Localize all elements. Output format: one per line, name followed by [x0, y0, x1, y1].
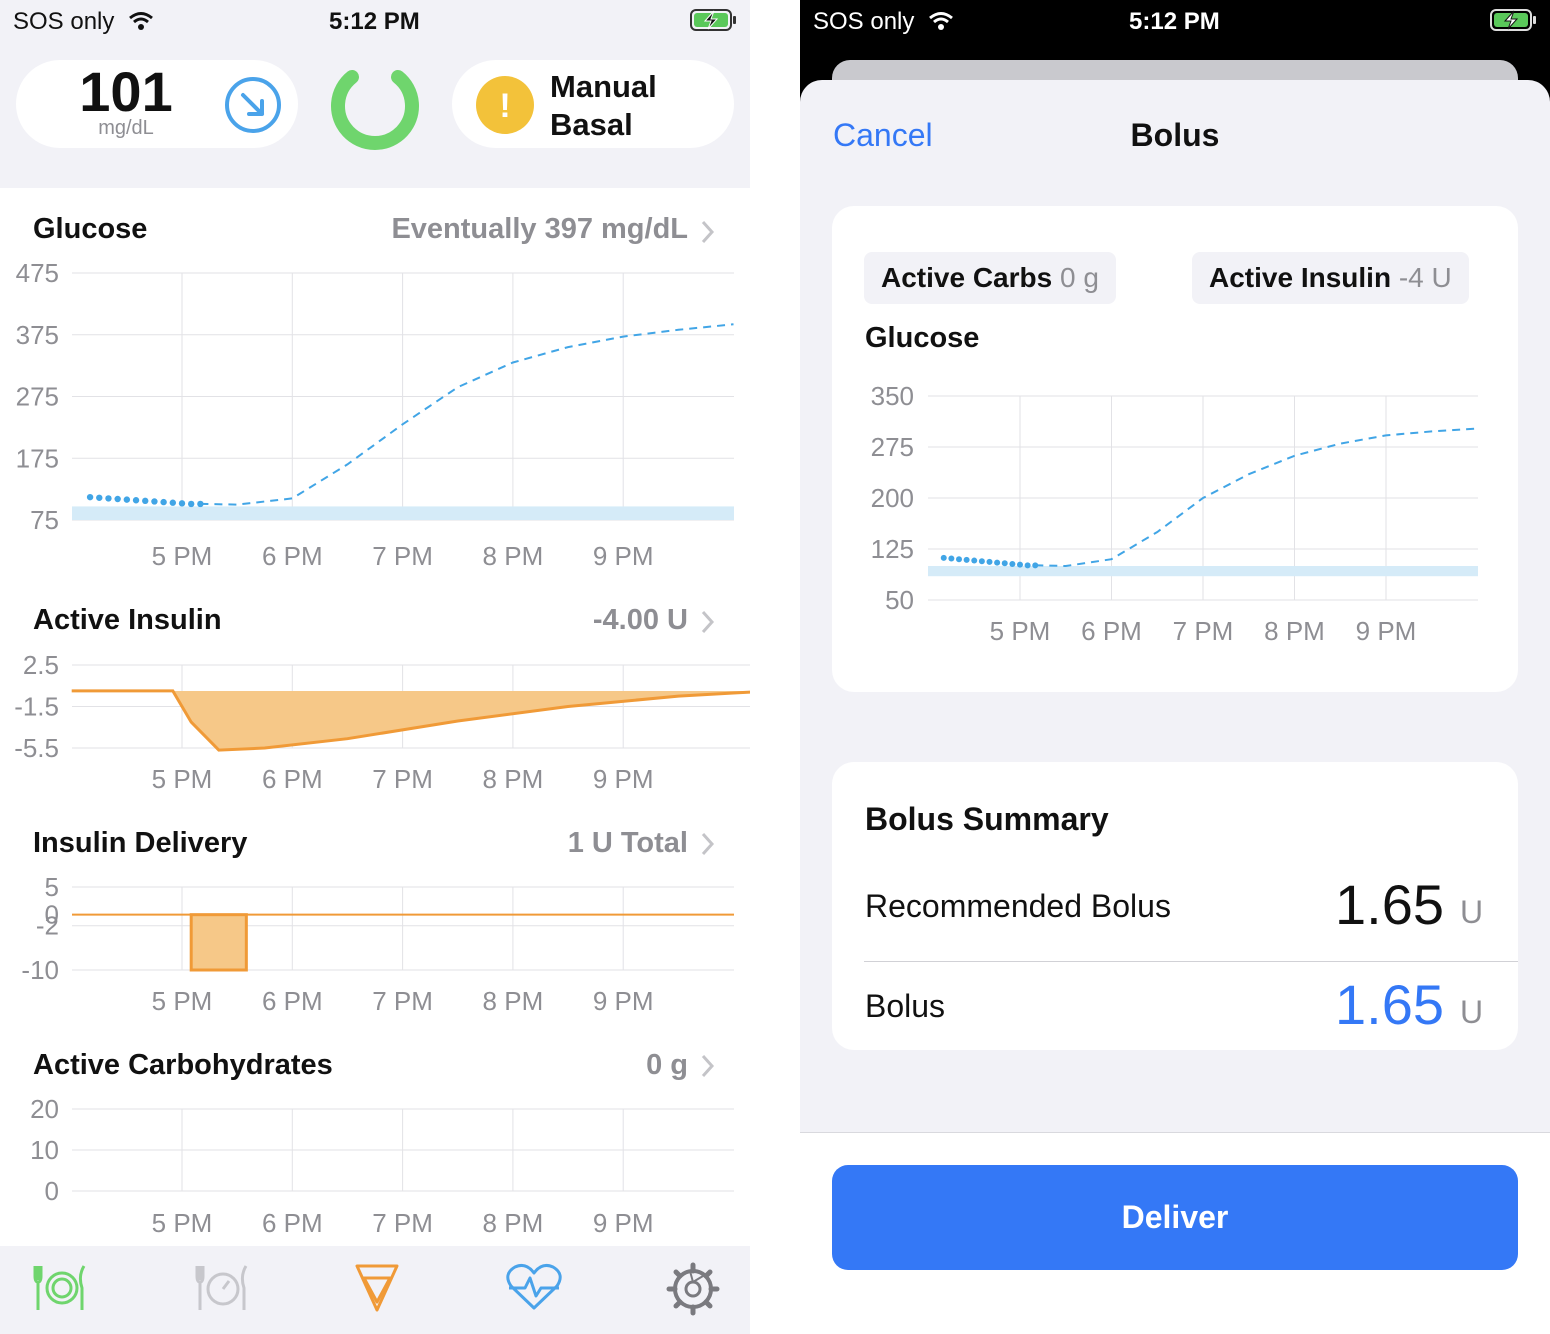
- x-tick-label: 7 PM: [372, 1208, 433, 1238]
- y-tick-label: 50: [885, 585, 914, 615]
- summary-title: Bolus Summary: [865, 801, 1109, 837]
- y-tick-label: 125: [871, 534, 914, 564]
- y-tick-label: 475: [16, 258, 59, 288]
- status-screen: SOS only 5:12 PM 101 mg/dL ! Manual Basa…: [0, 0, 750, 1334]
- x-tick-label: 9 PM: [593, 541, 654, 571]
- glucose-reading-dot: [178, 500, 186, 507]
- glucose-reading-dot: [105, 495, 112, 502]
- x-tick-label: 9 PM: [593, 986, 654, 1016]
- y-tick-label: 20: [30, 1094, 59, 1124]
- glucose-reading-dot: [142, 497, 149, 505]
- divider: [864, 961, 1518, 962]
- x-tick-label: 8 PM: [1264, 616, 1325, 646]
- x-tick-label: 6 PM: [262, 1208, 323, 1238]
- x-tick-label: 7 PM: [372, 986, 433, 1016]
- glucose-reading-dot: [956, 556, 962, 563]
- glucose-reading-dot: [86, 493, 94, 501]
- y-tick-label: 375: [16, 320, 59, 350]
- x-tick-label: 7 PM: [372, 541, 433, 571]
- y-tick-label: -5.5: [14, 733, 59, 763]
- x-tick-label: 5 PM: [990, 616, 1051, 646]
- x-tick-label: 7 PM: [372, 764, 433, 794]
- carbs-icon[interactable]: [32, 1262, 90, 1314]
- y-tick-label: 5: [45, 872, 59, 902]
- x-tick-label: 9 PM: [1356, 616, 1417, 646]
- temp-basal-bar: [189, 913, 248, 972]
- y-tick-label: 275: [871, 432, 914, 462]
- glucose-reading-dot: [948, 555, 955, 562]
- glucose-reading-dot: [160, 498, 167, 506]
- glucose-reading-dot: [96, 494, 103, 501]
- y-tick-label: 75: [30, 505, 59, 535]
- y-tick-label: 2.5: [23, 650, 59, 680]
- bolus-icon[interactable]: [352, 1262, 402, 1314]
- x-tick-label: 6 PM: [1081, 616, 1142, 646]
- workout-icon[interactable]: [505, 1262, 563, 1312]
- x-tick-label: 6 PM: [262, 764, 323, 794]
- glucose-reading-dot: [123, 496, 131, 503]
- y-tick-label: -1.5: [14, 692, 59, 722]
- y-tick-label: 10: [30, 1135, 59, 1165]
- x-tick-label: 8 PM: [483, 1208, 544, 1238]
- x-tick-label: 8 PM: [483, 764, 544, 794]
- bolus-amount-input[interactable]: 1.65: [1280, 972, 1444, 1037]
- settings-icon[interactable]: [666, 1262, 720, 1316]
- glucose-reading-dot: [169, 499, 177, 506]
- glucose-reading-dot: [1001, 560, 1008, 567]
- y-tick-label: 200: [871, 483, 914, 513]
- predicted-glucose-line: [1035, 427, 1478, 568]
- x-tick-label: 5 PM: [152, 1208, 213, 1238]
- deliver-button[interactable]: Deliver: [832, 1165, 1518, 1270]
- x-tick-label: 7 PM: [1173, 616, 1234, 646]
- recommended-bolus-value[interactable]: 1.65: [1280, 872, 1444, 937]
- x-tick-label: 6 PM: [262, 986, 323, 1016]
- x-tick-label: 9 PM: [593, 1208, 654, 1238]
- x-tick-label: 5 PM: [152, 541, 213, 571]
- glucose-reading-dot: [994, 559, 1001, 566]
- y-tick-label: 175: [16, 443, 59, 473]
- y-tick-label: 275: [16, 382, 59, 412]
- x-tick-label: 8 PM: [483, 541, 544, 571]
- x-tick-label: 5 PM: [152, 764, 213, 794]
- glucose-reading-dot: [1017, 561, 1023, 568]
- glucose-reading-dot: [151, 498, 158, 505]
- bolus-screen: SOS only 5:12 PM Cancel Bolus Active Car…: [800, 0, 1550, 1334]
- pre-meal-icon[interactable]: [194, 1262, 252, 1314]
- recommended-bolus-label: Recommended Bolus: [865, 888, 1171, 924]
- predicted-glucose-line: [200, 323, 734, 506]
- y-tick-label: 350: [871, 381, 914, 411]
- glucose-reading-dot: [1009, 560, 1016, 567]
- glucose-reading-dot: [187, 500, 195, 508]
- glucose-reading-dot: [986, 558, 993, 565]
- x-tick-label: 5 PM: [152, 986, 213, 1016]
- glucose-reading-dot: [971, 557, 978, 564]
- target-range-band: [72, 506, 734, 520]
- glucose-reading-dot: [940, 554, 947, 561]
- y-tick-label: -2: [36, 911, 59, 941]
- y-tick-label: 0: [45, 1176, 59, 1206]
- glucose-reading-dot: [132, 497, 140, 504]
- bolus-unit: U: [1460, 994, 1484, 1030]
- status-charts: 475 375 275 175 75 5 PM 6 PM 7 PM 8 PM 9 PM 2.5 -1.…: [14, 258, 750, 1238]
- x-tick-label: 9 PM: [593, 764, 654, 794]
- bolus-label: Bolus: [865, 988, 946, 1024]
- glucose-reading-dot: [114, 495, 121, 503]
- glucose-reading-dot: [1024, 562, 1031, 569]
- bolus-glucose-chart: 350 275 200 125 50 5 PM 6 PM 7 PM 8 PM 9 PM: [871, 381, 1478, 646]
- deliver-button-label: Deliver: [1121, 1199, 1229, 1235]
- x-tick-label: 8 PM: [483, 986, 544, 1016]
- target-range-band: [928, 566, 1478, 577]
- x-tick-label: 6 PM: [262, 541, 323, 571]
- recommended-unit: U: [1460, 894, 1484, 930]
- glucose-reading-dot: [963, 556, 970, 563]
- y-tick-label: -10: [21, 955, 59, 985]
- glucose-reading-dot: [978, 558, 985, 565]
